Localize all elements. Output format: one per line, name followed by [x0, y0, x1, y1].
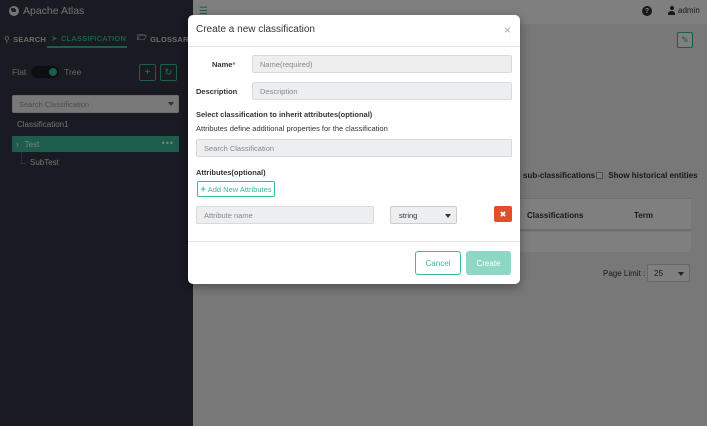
divider — [188, 241, 520, 242]
add-new-attributes-button[interactable]: + Add New Attributes — [197, 181, 275, 197]
attribute-name-placeholder: Attribute name — [204, 210, 253, 220]
create-classification-modal: Create a new classification × Name* Name… — [188, 15, 520, 284]
caret-down-icon — [445, 214, 451, 218]
create-button[interactable]: Create — [466, 251, 511, 275]
close-icon[interactable]: × — [504, 23, 511, 37]
inherit-help-text: Attributes define additional properties … — [196, 124, 388, 133]
attributes-label: Attributes(optional) — [196, 168, 266, 177]
close-icon: ✖ — [499, 209, 507, 219]
description-input[interactable]: Description — [252, 82, 512, 100]
attribute-name-input[interactable]: Attribute name — [196, 206, 374, 224]
plus-icon: + — [200, 184, 206, 194]
modal-title: Create a new classification — [196, 24, 315, 35]
attribute-type-value: string — [399, 210, 418, 220]
divider — [188, 46, 520, 47]
name-placeholder: Name(required) — [260, 59, 313, 69]
description-label: Description — [196, 87, 238, 96]
name-label: Name* — [212, 60, 235, 69]
attribute-type-select[interactable]: string — [390, 206, 457, 224]
inherit-classification-search[interactable]: Search Classification — [196, 139, 512, 157]
remove-attribute-button[interactable]: ✖ — [494, 206, 512, 222]
name-label-text: Name — [212, 60, 233, 69]
required-marker: * — [232, 60, 236, 69]
description-placeholder: Description — [260, 86, 298, 96]
inherit-label: Select classification to inherit attribu… — [196, 110, 373, 119]
inherit-search-placeholder: Search Classification — [204, 143, 275, 153]
add-attributes-label: Add New Attributes — [207, 184, 272, 194]
cancel-button[interactable]: Cancel — [415, 251, 461, 275]
name-input[interactable]: Name(required) — [252, 55, 512, 73]
